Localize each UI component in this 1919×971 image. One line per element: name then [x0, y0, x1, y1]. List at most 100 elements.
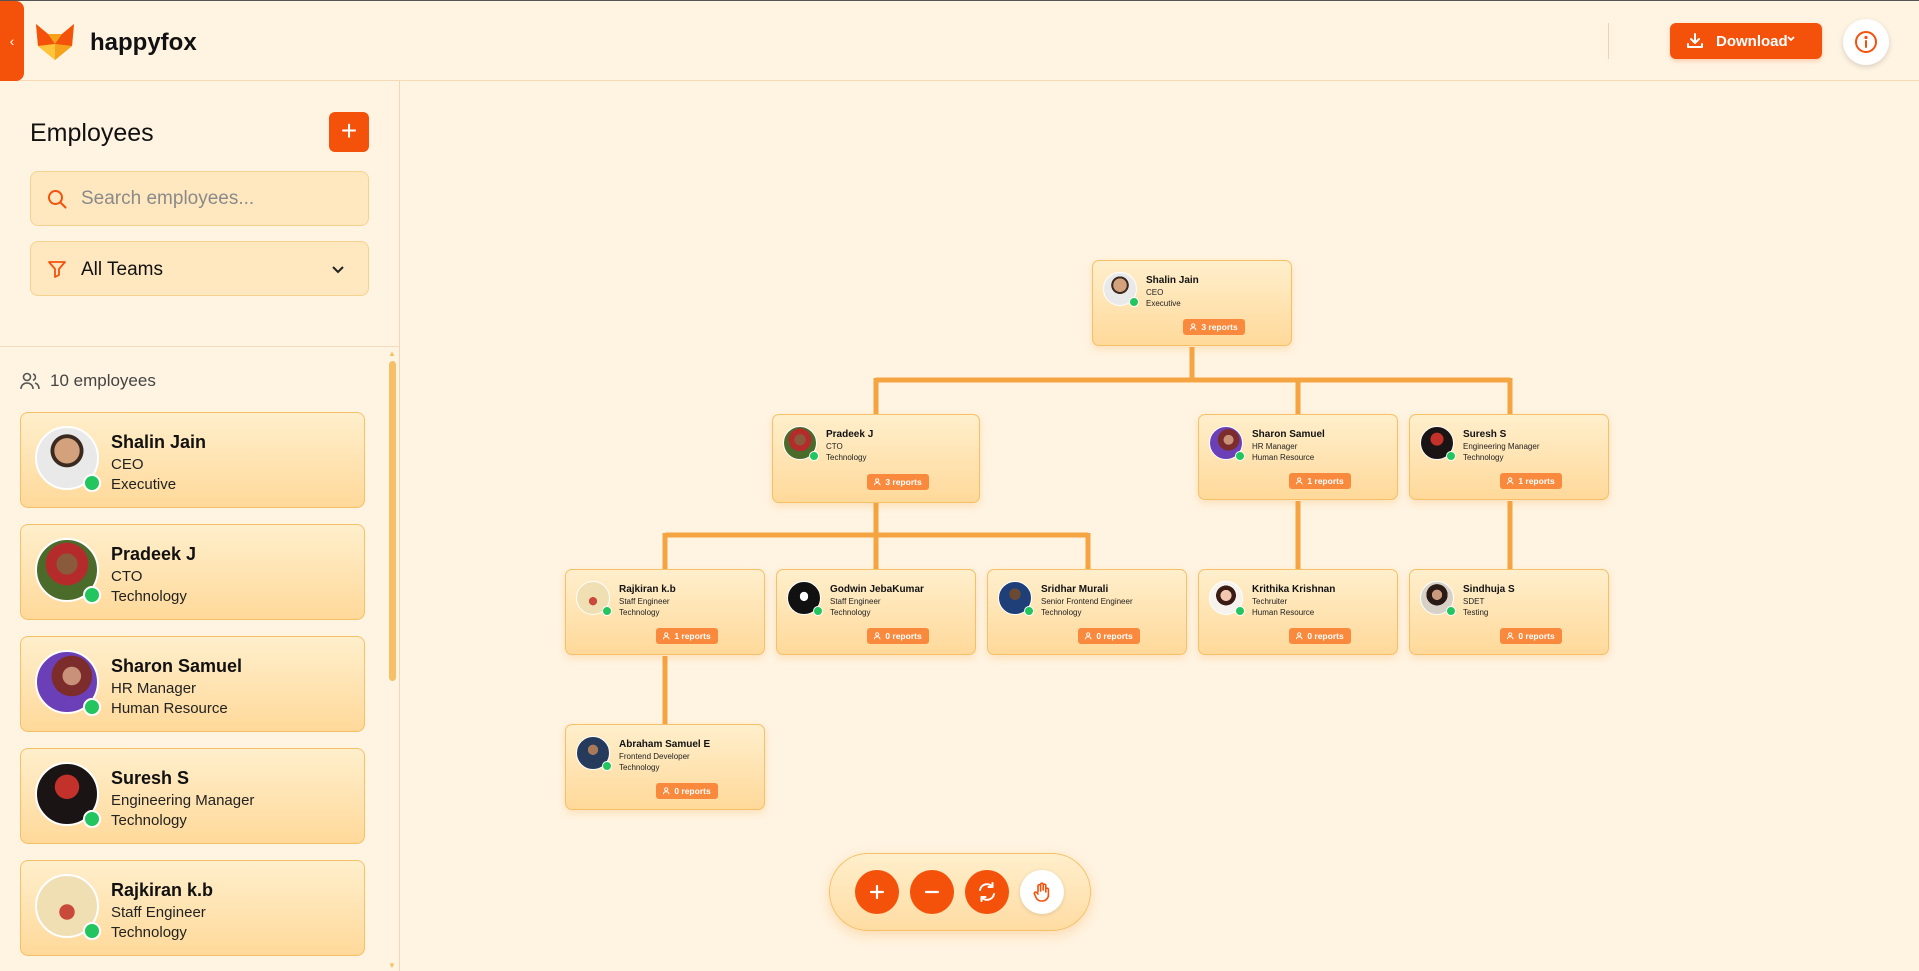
scroll-down-arrow[interactable]: ▼ [388, 961, 396, 970]
employee-card[interactable]: Shalin Jain CEO Executive [20, 412, 365, 508]
reports-count: 0 reports [1096, 631, 1133, 641]
node-role: Staff Engineer [830, 597, 881, 606]
node-name: Krithika Krishnan [1252, 584, 1336, 595]
node-role: CTO [826, 442, 843, 451]
reset-view-button[interactable] [965, 870, 1009, 914]
reports-badge[interactable]: 0 reports [1289, 628, 1351, 644]
zoom-out-button[interactable] [910, 870, 954, 914]
employee-department: Executive [111, 476, 177, 493]
search-field[interactable] [30, 171, 369, 226]
employee-card[interactable]: Sharon Samuel HR Manager Human Resource [20, 636, 365, 732]
reports-count: 1 reports [674, 631, 711, 641]
online-status-dot [83, 922, 101, 940]
search-input[interactable] [81, 172, 361, 225]
online-status-dot [1024, 606, 1034, 616]
node-department: Technology [1463, 453, 1504, 462]
reports-badge[interactable]: 0 reports [1078, 628, 1140, 644]
reports-count: 0 reports [674, 786, 711, 796]
online-status-dot [1235, 451, 1245, 461]
employee-name: Rajkiran k.b [111, 880, 214, 900]
org-node[interactable]: Suresh S Engineering Manager Technology … [1409, 414, 1609, 500]
node-role: Senior Frontend Engineer [1041, 597, 1133, 606]
node-department: Executive [1146, 299, 1181, 308]
team-filter-select[interactable]: All Teams [30, 241, 369, 296]
zoom-controls [829, 853, 1091, 931]
chevron-down-icon [1787, 36, 1795, 42]
users-icon [1507, 632, 1514, 640]
download-label: Download [1716, 32, 1788, 50]
scroll-up-arrow[interactable]: ▲ [388, 349, 396, 358]
pan-mode-button[interactable] [1020, 870, 1064, 914]
reports-badge[interactable]: 0 reports [1500, 628, 1562, 644]
reports-badge[interactable]: 1 reports [1500, 473, 1562, 489]
node-role: SDET [1463, 597, 1485, 606]
reports-badge[interactable]: 3 reports [1183, 319, 1245, 335]
node-department: Testing [1463, 608, 1489, 617]
node-department: Technology [1041, 608, 1082, 617]
org-node[interactable]: Pradeek J CTO Technology 3 reports [772, 414, 980, 503]
users-icon [1085, 632, 1092, 640]
org-node[interactable]: Sindhuja S SDET Testing 0 reports [1409, 569, 1609, 655]
reset-icon [979, 882, 995, 902]
node-name: Suresh S [1463, 429, 1507, 440]
users-icon [20, 372, 40, 390]
online-status-dot [1446, 451, 1456, 461]
node-name: Sharon Samuel [1252, 429, 1325, 440]
node-department: Technology [826, 453, 867, 462]
sidebar-scroll-thumb[interactable] [389, 361, 396, 681]
org-connectors [662, 347, 1513, 724]
employee-name: Suresh S [111, 768, 190, 788]
employee-card[interactable]: Pradeek J CTO Technology [20, 524, 365, 620]
online-status-dot [1129, 297, 1139, 307]
node-role: Frontend Developer [619, 752, 690, 761]
node-name: Abraham Samuel E [619, 739, 711, 750]
reports-badge[interactable]: 0 reports [867, 628, 929, 644]
employee-count-label: 10 employees [50, 371, 156, 390]
online-status-dot [602, 606, 612, 616]
employee-department: Technology [111, 812, 187, 829]
employee-department: Technology [111, 588, 187, 605]
users-icon [874, 478, 881, 486]
online-status-dot [813, 606, 823, 616]
reports-badge[interactable]: 3 reports [867, 474, 929, 490]
add-employee-button[interactable]: + [329, 112, 369, 152]
org-node[interactable]: Abraham Samuel E Frontend Developer Tech… [565, 724, 765, 810]
online-status-dot [83, 474, 101, 492]
org-node[interactable]: Krithika Krishnan Techruiter Human Resou… [1198, 569, 1398, 655]
fox-logo [36, 24, 74, 60]
pan-hand-icon [1033, 882, 1050, 902]
users-icon [1296, 632, 1303, 640]
sidebar-collapse-button[interactable]: ‹ [0, 1, 24, 81]
org-node[interactable]: Sridhar Murali Senior Frontend Engineer … [987, 569, 1187, 655]
org-node[interactable]: Rajkiran k.b Staff Engineer Technology 1… [565, 569, 765, 655]
info-button[interactable] [1843, 19, 1889, 65]
employee-card[interactable]: Rajkiran k.b Staff Engineer Technology [20, 860, 365, 956]
org-chart-canvas[interactable]: Shalin Jain CEO Executive 3 reports Prad… [401, 81, 1919, 971]
node-role: Engineering Manager [1463, 442, 1540, 451]
download-button[interactable]: Download [1670, 23, 1822, 59]
employee-role: Engineering Manager [111, 792, 255, 809]
org-node[interactable]: Shalin Jain CEO Executive 3 reports [1092, 260, 1292, 346]
node-name: Sridhar Murali [1041, 584, 1109, 595]
users-icon [663, 632, 670, 640]
zoom-in-button[interactable] [855, 870, 899, 914]
reports-badge[interactable]: 0 reports [656, 783, 718, 799]
brand-name: happyfox [90, 29, 197, 56]
online-status-dot [83, 586, 101, 604]
org-node[interactable]: Godwin JebaKumar Staff Engineer Technolo… [776, 569, 976, 655]
employee-card[interactable]: Suresh S Engineering Manager Technology [20, 748, 365, 844]
filter-icon [48, 261, 66, 278]
node-department: Technology [619, 763, 660, 772]
online-status-dot [1235, 606, 1245, 616]
reports-badge[interactable]: 1 reports [1289, 473, 1351, 489]
employee-department: Human Resource [111, 700, 228, 717]
reports-count: 1 reports [1518, 476, 1555, 486]
employee-name: Shalin Jain [111, 432, 207, 452]
reports-badge[interactable]: 1 reports [656, 628, 718, 644]
org-node[interactable]: Sharon Samuel HR Manager Human Resource … [1198, 414, 1398, 500]
node-department: Human Resource [1252, 453, 1315, 462]
download-icon [1687, 33, 1703, 48]
reports-count: 0 reports [1518, 631, 1555, 641]
zoom-out-icon [924, 890, 940, 894]
reports-count: 3 reports [1201, 322, 1238, 332]
